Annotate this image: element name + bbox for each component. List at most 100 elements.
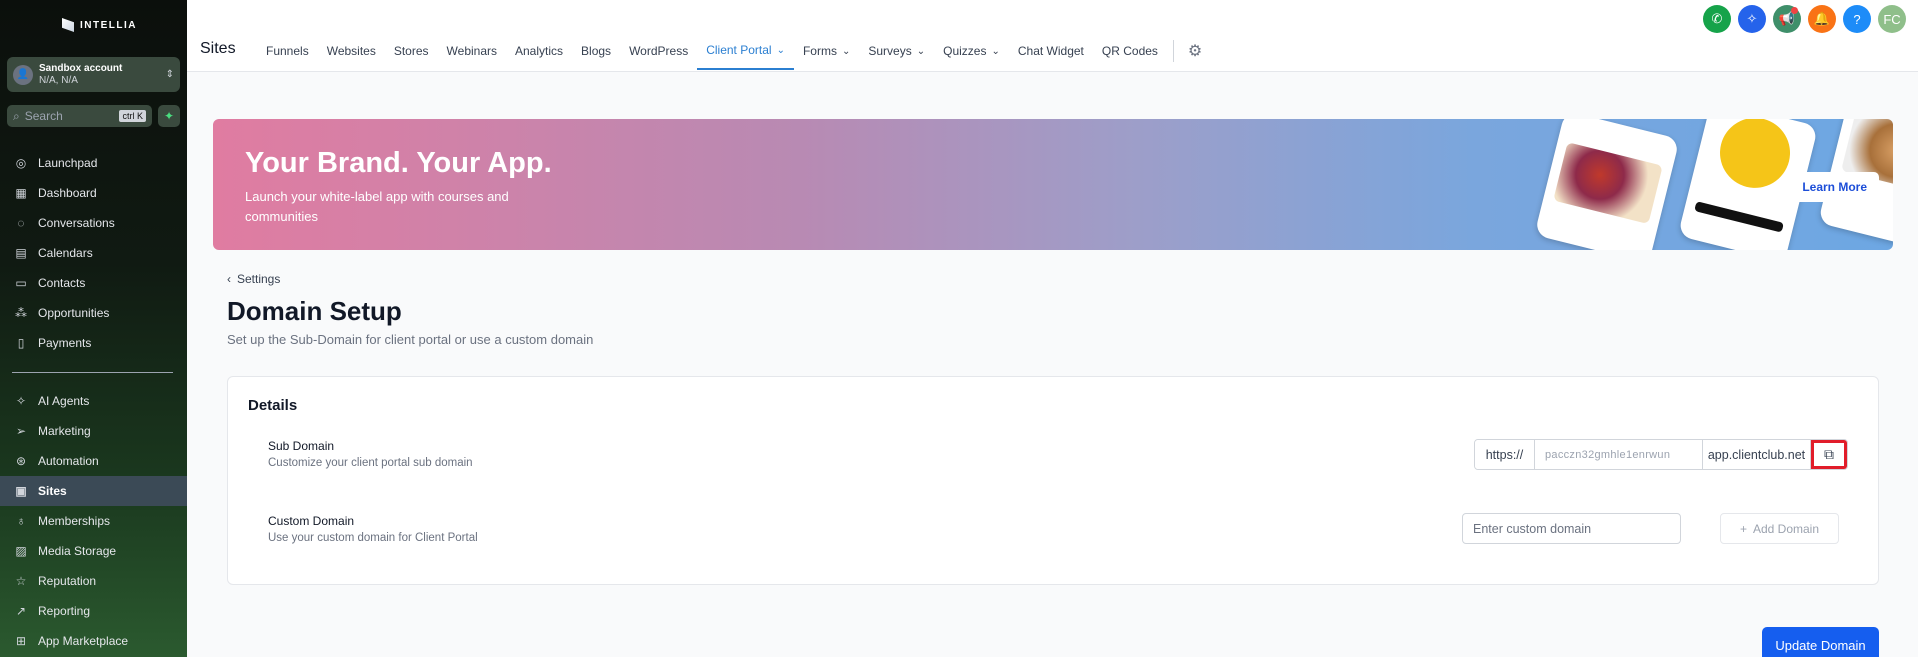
tab-label: Quizzes <box>943 44 987 58</box>
tab-label: Forms <box>802 44 837 58</box>
details-card: Details Sub Domain Customize your client… <box>227 376 1879 585</box>
sidebar-item-sites[interactable]: ▣ Sites <box>0 476 187 506</box>
banner-title: Your Brand. Your App. <box>245 147 552 179</box>
custom-domain-input[interactable] <box>1462 513 1681 544</box>
plus-icon: + <box>1739 521 1747 536</box>
tab-label: Websites <box>326 44 376 58</box>
logo-mark-icon <box>62 18 74 32</box>
user-initials: FC <box>1883 11 1901 27</box>
tab-wordpress[interactable]: WordPress <box>620 32 697 70</box>
sidebar-item-marketing[interactable]: ➢ Marketing <box>0 416 187 446</box>
tab-label: Analytics <box>515 44 564 58</box>
sidebar-item-label: Payments <box>38 336 92 350</box>
award-icon: ♁ <box>16 514 26 528</box>
sub-domain-field: https:// pacczn32gmhle1enrwun app.client… <box>1474 439 1848 470</box>
custom-domain-label: Custom Domain <box>268 514 355 528</box>
page-title: Domain Setup <box>227 296 402 326</box>
chat-icon: ◌ <box>17 216 25 230</box>
sidebar-item-opportunities[interactable]: ⁂ Opportunities <box>0 298 187 328</box>
settings-gear-button[interactable]: ⚙ <box>1180 32 1202 70</box>
tab-label: Chat Widget <box>1017 44 1084 58</box>
phone-icon: ✆ <box>1711 11 1723 26</box>
tab-webinars[interactable]: Webinars <box>438 32 506 70</box>
sidebar-item-label: AI Agents <box>38 394 90 408</box>
search-shortcut: ctrl K <box>119 110 146 122</box>
header-actions: ✆ ✧ 📢 🔔 ? FC <box>1703 5 1906 33</box>
sidebar-item-label: Calendars <box>38 246 93 260</box>
back-to-settings-link[interactable]: ‹ Settings <box>227 272 280 286</box>
notification-dot <box>1791 7 1798 14</box>
quick-action-button[interactable]: ✦ <box>158 105 180 127</box>
phone-button[interactable]: ✆ <box>1703 5 1731 33</box>
learn-more-button[interactable]: Learn More <box>1790 172 1879 202</box>
sidebar-nav-top: ◎ Launchpad ▦ Dashboard ◌ Conversations ▤ Ca… <box>0 148 187 358</box>
sidebar-item-automation[interactable]: ⊛ Automation <box>0 446 187 476</box>
sidebar-item-media-storage[interactable]: ▨ Media Storage <box>0 536 187 566</box>
user-avatar[interactable]: FC <box>1878 5 1906 33</box>
tab-client-portal[interactable]: Client Portal ⌄ <box>697 32 794 70</box>
chevron-down-icon: ⌄ <box>776 44 785 56</box>
sidebar-item-label: Sites <box>38 484 67 498</box>
sidebar-item-calendars[interactable]: ▤ Calendars <box>0 238 187 268</box>
brand-logo[interactable]: INTELLIA <box>62 18 137 32</box>
chevron-down-icon: ⌄ <box>841 45 851 57</box>
tab-label: WordPress <box>629 44 689 58</box>
tab-forms[interactable]: Forms ⌄ <box>794 32 859 70</box>
help-button[interactable]: ? <box>1843 5 1871 33</box>
sidebar-item-label: Media Storage <box>38 544 117 558</box>
sidebar-item-launchpad[interactable]: ◎ Launchpad <box>0 148 187 178</box>
tab-bar: Funnels Websites Stores Webinars Analyti… <box>257 32 1202 72</box>
account-name: Sandbox account <box>39 62 123 74</box>
search-icon: ⌕ <box>13 108 20 123</box>
sidebar-nav-bottom: ✧ AI Agents ➢ Marketing ⊛ Automation ▣ Sites… <box>0 386 187 656</box>
tab-surveys[interactable]: Surveys ⌄ <box>859 32 934 70</box>
sub-domain-input[interactable]: pacczn32gmhle1enrwun <box>1535 440 1703 469</box>
sidebar-item-reporting[interactable]: ↗ Reporting <box>0 596 187 626</box>
tab-qr-codes[interactable]: QR Codes <box>1093 32 1167 70</box>
details-heading: Details <box>248 397 298 414</box>
sidebar-item-memberships[interactable]: ♁ Memberships <box>0 506 187 536</box>
sidebar-item-label: Memberships <box>38 514 111 528</box>
tab-label: Blogs <box>581 44 612 58</box>
tab-websites[interactable]: Websites <box>318 32 385 70</box>
sidebar: INTELLIA 👤 Sandbox account N/A, N/A ⇕ ⌕ … <box>0 0 187 657</box>
tab-blogs[interactable]: Blogs <box>572 32 620 70</box>
magic-button[interactable]: ✧ <box>1738 5 1766 33</box>
tab-label: Client Portal <box>706 43 772 57</box>
sidebar-item-label: Opportunities <box>38 306 110 320</box>
tab-funnels[interactable]: Funnels <box>257 32 318 70</box>
sidebar-item-ai-agents[interactable]: ✧ AI Agents <box>0 386 187 416</box>
search-input[interactable]: ⌕ Search ctrl K <box>7 105 152 127</box>
tab-analytics[interactable]: Analytics <box>506 32 572 70</box>
tab-stores[interactable]: Stores <box>385 32 438 70</box>
sites-icon: ▣ <box>15 484 27 498</box>
gear-icon: ⚙ <box>1187 43 1203 60</box>
sidebar-item-dashboard[interactable]: ▦ Dashboard <box>0 178 187 208</box>
add-domain-button[interactable]: + Add Domain <box>1720 513 1839 544</box>
wand-icon: ✧ <box>1746 11 1758 26</box>
sparkle-icon: ✧ <box>15 394 27 408</box>
sidebar-item-label: Reputation <box>38 574 97 588</box>
image-icon: ▨ <box>15 544 27 558</box>
announcements-button[interactable]: 📢 <box>1773 5 1801 33</box>
bell-icon: 🔔 <box>1813 11 1831 26</box>
custom-domain-description: Use your custom domain for Client Portal <box>268 532 478 544</box>
pipeline-icon: ⁂ <box>15 306 27 320</box>
notifications-button[interactable]: 🔔 <box>1808 5 1836 33</box>
sidebar-item-conversations[interactable]: ◌ Conversations <box>0 208 187 238</box>
sidebar-item-app-marketplace[interactable]: ⊞ App Marketplace <box>0 626 187 656</box>
sidebar-item-payments[interactable]: ▯ Payments <box>0 328 187 358</box>
tab-quizzes[interactable]: Quizzes ⌄ <box>934 32 1009 70</box>
tab-label: QR Codes <box>1101 44 1158 58</box>
sidebar-item-label: Contacts <box>38 276 86 290</box>
copy-button[interactable]: ⧉ <box>1811 440 1847 469</box>
sidebar-item-reputation[interactable]: ☆ Reputation <box>0 566 187 596</box>
chevron-down-icon: ⌄ <box>916 45 926 57</box>
rocket-icon: ◎ <box>15 156 27 170</box>
account-switcher[interactable]: 👤 Sandbox account N/A, N/A ⇕ <box>7 57 180 92</box>
calendar-icon: ▤ <box>15 246 27 260</box>
brand-name: INTELLIA <box>80 19 137 31</box>
tab-chat-widget[interactable]: Chat Widget <box>1009 32 1093 70</box>
sidebar-item-contacts[interactable]: ▭ Contacts <box>0 268 187 298</box>
update-domain-button[interactable]: Update Domain <box>1762 627 1879 657</box>
